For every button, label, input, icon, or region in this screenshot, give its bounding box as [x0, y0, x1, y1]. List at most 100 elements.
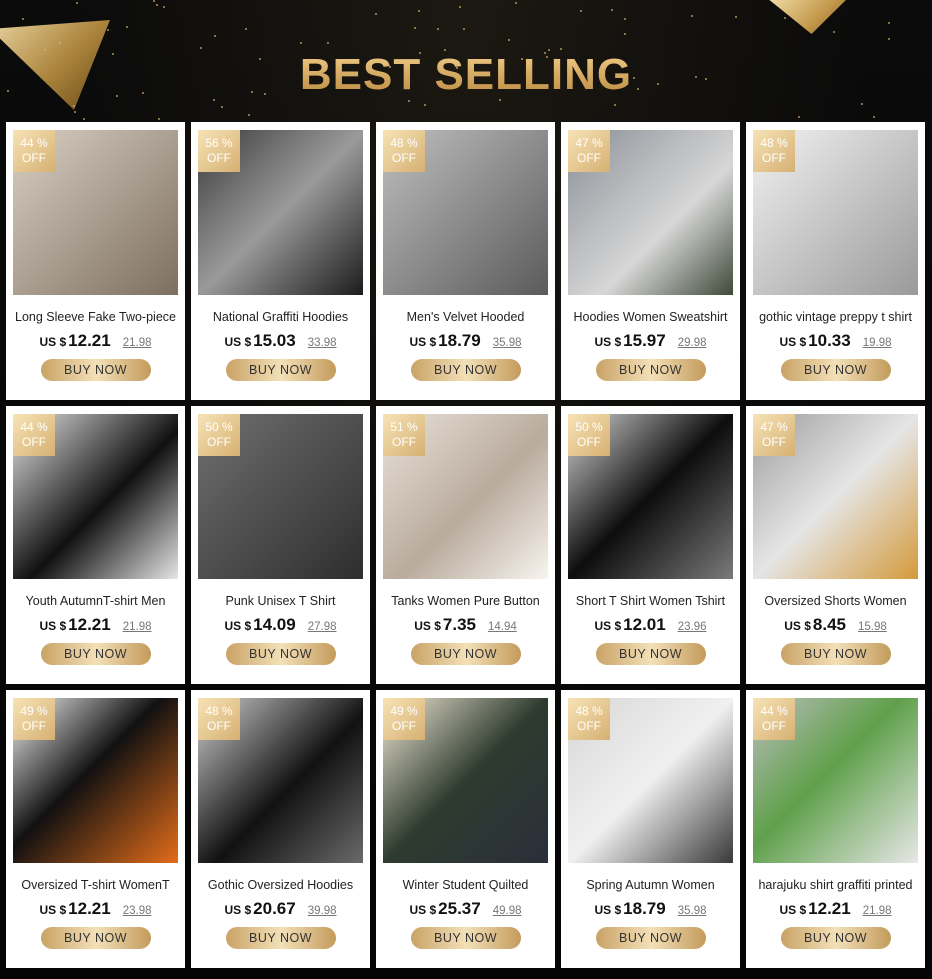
discount-badge: 48 % OFF [383, 130, 425, 172]
product-card[interactable]: 48 % OFF Men's Velvet Hooded US $18.79 35.… [376, 122, 555, 400]
buy-now-button[interactable]: BUY NOW [40, 643, 151, 665]
sparkle [873, 116, 875, 118]
sparkle [611, 9, 613, 11]
original-price: 14.94 [488, 621, 517, 633]
buy-now-button[interactable]: BUY NOW [410, 359, 521, 381]
buy-now-button[interactable]: BUY NOW [595, 927, 706, 949]
product-card[interactable]: 50 % OFF Punk Unisex T Shirt US $14.09 27.… [191, 406, 370, 684]
sparkle [515, 2, 517, 4]
sparkle [156, 4, 158, 6]
sparkle [888, 22, 890, 24]
buy-now-button[interactable]: BUY NOW [595, 643, 706, 665]
product-image[interactable]: 48 % OFF [383, 130, 548, 295]
currency-label: US $ [414, 619, 441, 633]
price-row: US $8.45 15.98 [753, 615, 918, 635]
product-image[interactable]: 56 % OFF [198, 130, 363, 295]
buy-now-button[interactable]: BUY NOW [410, 927, 521, 949]
currency-label: US $ [224, 335, 252, 349]
product-name[interactable]: Hoodies Women Sweatshirt [568, 309, 733, 325]
product-image[interactable]: 44 % OFF [753, 698, 918, 863]
price-row: US $10.33 19.98 [753, 331, 918, 351]
buy-now-button[interactable]: BUY NOW [40, 927, 151, 949]
product-name[interactable]: Punk Unisex T Shirt [198, 593, 363, 609]
product-name[interactable]: Oversized T-shirt WomenT [13, 877, 178, 893]
sparkle [245, 28, 247, 30]
discount-badge: 48 % OFF [198, 698, 240, 740]
product-name[interactable]: Long Sleeve Fake Two-piece [13, 309, 178, 325]
sparkle [214, 35, 216, 37]
product-card[interactable]: 51 % OFF Tanks Women Pure Button US $7.35… [376, 406, 555, 684]
sparkle [833, 31, 835, 33]
discount-badge: 49 % OFF [13, 698, 55, 740]
buy-now-button[interactable]: BUY NOW [780, 359, 891, 381]
product-name[interactable]: Gothic Oversized Hoodies [198, 877, 363, 893]
product-name[interactable]: gothic vintage preppy t shirt [753, 309, 918, 325]
product-name[interactable]: Winter Student Quilted [383, 877, 548, 893]
discount-badge: 48 % OFF [568, 698, 610, 740]
product-image[interactable]: 50 % OFF [198, 414, 363, 579]
sparkle [248, 114, 250, 116]
product-card[interactable]: 49 % OFF Winter Student Quilted US $25.37… [376, 690, 555, 968]
sparkle [624, 33, 626, 35]
sale-price: 15.03 [253, 331, 296, 350]
product-card[interactable]: 48 % OFF Gothic Oversized Hoodies US $20.… [191, 690, 370, 968]
sparkle [327, 42, 329, 44]
sale-price: 12.01 [623, 615, 666, 634]
product-name[interactable]: Men's Velvet Hooded [383, 309, 548, 325]
product-name[interactable]: Spring Autumn Women [568, 877, 733, 893]
sale-price: 8.45 [812, 615, 846, 634]
sparkle [163, 6, 165, 8]
price-row: US $15.03 33.98 [198, 331, 363, 351]
buy-now-button[interactable]: BUY NOW [780, 927, 891, 949]
sparkle [153, 0, 155, 2]
product-image[interactable]: 47 % OFF [568, 130, 733, 295]
product-image[interactable]: 47 % OFF [753, 414, 918, 579]
buy-now-button[interactable]: BUY NOW [225, 643, 336, 665]
product-card[interactable]: 47 % OFF Hoodies Women Sweatshirt US $15.… [561, 122, 740, 400]
product-name[interactable]: harajuku shirt graffiti printed [753, 877, 918, 893]
product-image[interactable]: 51 % OFF [383, 414, 548, 579]
original-price: 21.98 [122, 337, 152, 349]
original-price: 39.98 [307, 905, 337, 917]
product-card[interactable]: 44 % OFF Youth AutumnT-shirt Men US $12.2… [6, 406, 185, 684]
buy-now-button[interactable]: BUY NOW [780, 643, 891, 665]
discount-badge: 48 % OFF [753, 130, 795, 172]
product-card[interactable]: 56 % OFF National Graffiti Hoodies US $15… [191, 122, 370, 400]
product-card[interactable]: 44 % OFF Long Sleeve Fake Two-piece US $1… [6, 122, 185, 400]
discount-badge: 44 % OFF [13, 130, 55, 172]
product-name[interactable]: Tanks Women Pure Button [383, 593, 548, 609]
buy-now-button[interactable]: BUY NOW [225, 359, 336, 381]
sale-price: 7.35 [442, 615, 476, 634]
product-image[interactable]: 48 % OFF [753, 130, 918, 295]
product-image[interactable]: 44 % OFF [13, 414, 178, 579]
sparkle [418, 10, 420, 12]
product-name[interactable]: National Graffiti Hoodies [198, 309, 363, 325]
product-card[interactable]: 47 % OFF Oversized Shorts Women US $8.45 1… [746, 406, 925, 684]
buy-now-button[interactable]: BUY NOW [225, 927, 336, 949]
product-image[interactable]: 49 % OFF [13, 698, 178, 863]
product-card[interactable]: 48 % OFF Spring Autumn Women US $18.79 35.… [561, 690, 740, 968]
buy-now-button[interactable]: BUY NOW [595, 359, 706, 381]
sale-price: 10.33 [808, 331, 851, 350]
currency-label: US $ [409, 903, 437, 917]
original-price: 21.98 [122, 621, 152, 633]
product-name[interactable]: Youth AutumnT-shirt Men [13, 593, 178, 609]
product-name[interactable]: Short T Shirt Women Tshirt [568, 593, 733, 609]
discount-badge: 47 % OFF [568, 130, 610, 172]
product-image[interactable]: 49 % OFF [383, 698, 548, 863]
sale-price: 14.09 [253, 615, 296, 634]
buy-now-button[interactable]: BUY NOW [410, 643, 521, 665]
sparkle [83, 118, 85, 120]
buy-now-button[interactable]: BUY NOW [40, 359, 151, 381]
product-name[interactable]: Oversized Shorts Women [753, 593, 918, 609]
product-card[interactable]: 49 % OFF Oversized T-shirt WomenT US $12.… [6, 690, 185, 968]
currency-label: US $ [784, 619, 811, 633]
product-image[interactable]: 50 % OFF [568, 414, 733, 579]
product-card[interactable]: 44 % OFF harajuku shirt graffiti printed … [746, 690, 925, 968]
product-image[interactable]: 44 % OFF [13, 130, 178, 295]
sale-price: 12.21 [68, 615, 111, 634]
product-card[interactable]: 48 % OFF gothic vintage preppy t shirt US… [746, 122, 925, 400]
product-image[interactable]: 48 % OFF [198, 698, 363, 863]
product-card[interactable]: 50 % OFF Short T Shirt Women Tshirt US $1… [561, 406, 740, 684]
product-image[interactable]: 48 % OFF [568, 698, 733, 863]
